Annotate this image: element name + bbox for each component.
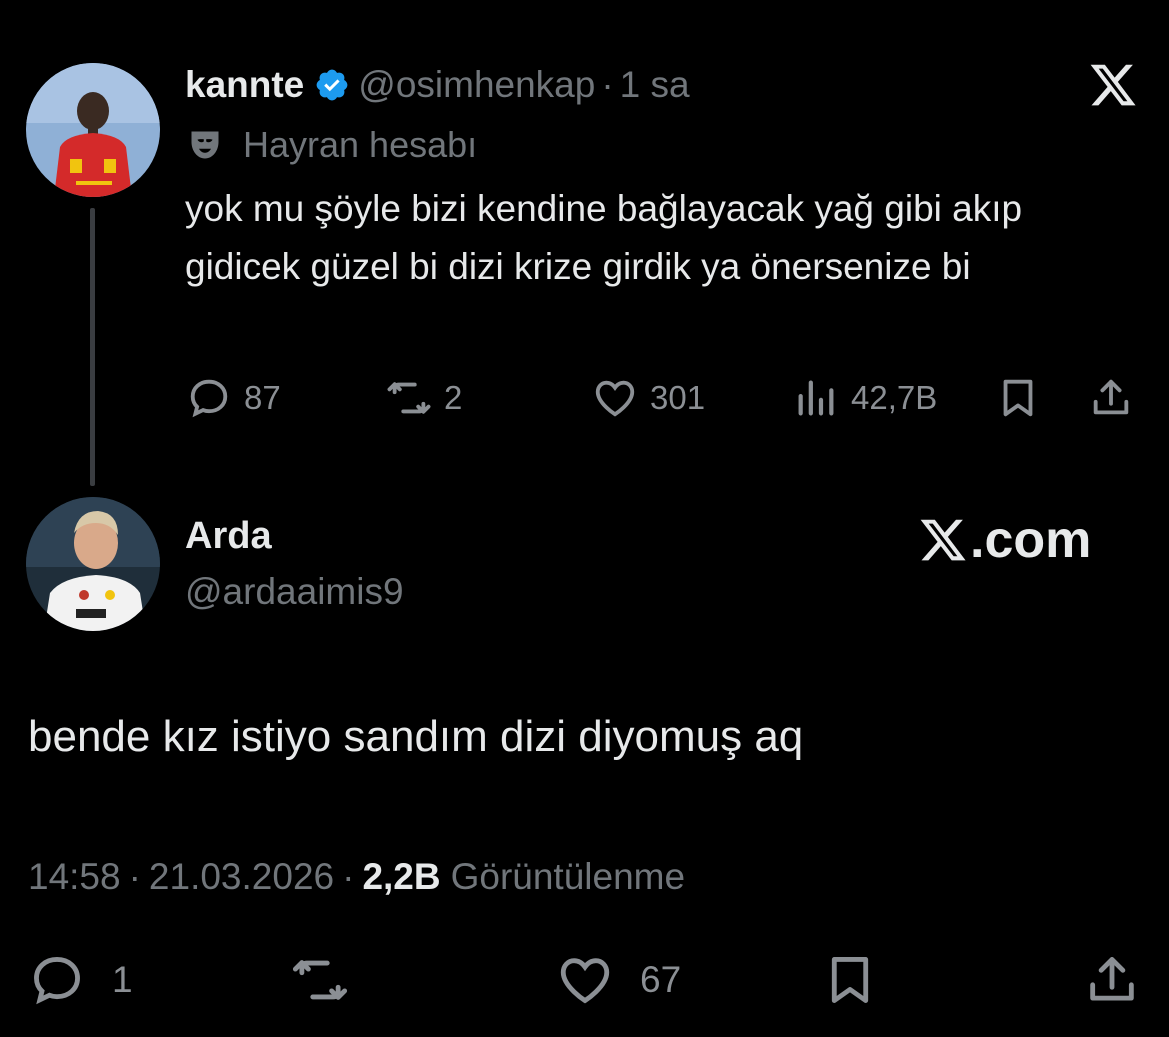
meta-separator: · (128, 856, 141, 897)
parent-tweet-text: yok mu şöyle bizi kendine bağlayacak yağ… (185, 188, 1023, 287)
reply-views-label: Görüntülenme (450, 856, 686, 897)
fan-account-text: Hayran hesabı (243, 124, 478, 165)
parent-metrics-bar: 87 2 301 42,7B (0, 370, 1169, 426)
parent-share-button[interactable] (1088, 370, 1134, 426)
tweet-screen: kannte @osimhenkap · 1 sa Hayran hesabı … (0, 0, 1169, 1037)
fan-account-label: Hayran hesabı (187, 122, 477, 168)
xcom-watermark: .com (918, 510, 1091, 570)
reply-reply-count: 1 (112, 959, 133, 1000)
x-logo-icon (920, 519, 966, 561)
reply-bookmark-button[interactable] (821, 950, 879, 1010)
reply-bubble-icon (34, 957, 80, 1005)
reply-avatar[interactable] (26, 497, 160, 631)
reply-bubble-icon (190, 379, 228, 418)
parent-repost-button[interactable]: 2 (386, 370, 462, 426)
parent-reply-button[interactable]: 87 (186, 370, 281, 426)
parent-views-button[interactable]: 42,7B (793, 370, 937, 426)
x-logo-icon[interactable] (1088, 60, 1138, 110)
reply-display-name[interactable]: Arda (185, 515, 272, 558)
header-separator: · (601, 64, 614, 105)
reply-view-count: 2,2B (362, 856, 441, 897)
reply-meta-row: 14:58 · 21.03.2026 · 2,2B Görüntülenme (28, 853, 685, 901)
reply-like-count: 67 (640, 959, 682, 1000)
reply-like-button[interactable]: 67 (556, 950, 681, 1010)
reply-actions-bar: 1 67 (0, 950, 1169, 1010)
reply-repost-button[interactable] (291, 950, 349, 1010)
heart-icon (560, 958, 610, 1004)
parent-reply-count: 87 (244, 379, 281, 416)
parent-time-ago[interactable]: 1 sa (620, 64, 690, 106)
share-icon (1093, 379, 1129, 415)
heart-icon (595, 380, 635, 417)
parent-avatar[interactable] (26, 63, 160, 197)
parent-handle[interactable]: @osimhenkap (358, 64, 595, 106)
reply-reply-button[interactable]: 1 (28, 950, 133, 1010)
parent-like-button[interactable]: 301 (592, 370, 705, 426)
parent-display-name[interactable]: kannte (185, 64, 304, 106)
parent-header: kannte @osimhenkap · 1 sa (185, 60, 690, 110)
xcom-watermark-text: .com (970, 511, 1092, 569)
meta-separator: · (342, 856, 355, 897)
share-icon (1090, 957, 1134, 1001)
parent-repost-count: 2 (444, 379, 463, 416)
bookmark-icon (1003, 379, 1033, 417)
parent-view-count: 42,7B (851, 379, 938, 416)
thread-line (90, 208, 95, 486)
parent-like-count: 301 (650, 379, 706, 416)
verified-badge-icon (316, 69, 348, 101)
reply-tweet-text: bende kız istiyo sandım dizi diyomuş aq (28, 712, 804, 761)
mask-icon (191, 131, 219, 159)
reply-handle[interactable]: @ardaaimis9 (185, 571, 404, 613)
reply-time[interactable]: 14:58 (28, 856, 121, 898)
repost-icon (292, 960, 348, 1000)
views-chart-icon (798, 380, 834, 416)
reply-date[interactable]: 21.03.2026 (149, 856, 334, 898)
reply-share-button[interactable] (1083, 950, 1141, 1010)
repost-icon (387, 382, 431, 414)
parent-bookmark-button[interactable] (995, 370, 1041, 426)
bookmark-icon (831, 957, 869, 1003)
